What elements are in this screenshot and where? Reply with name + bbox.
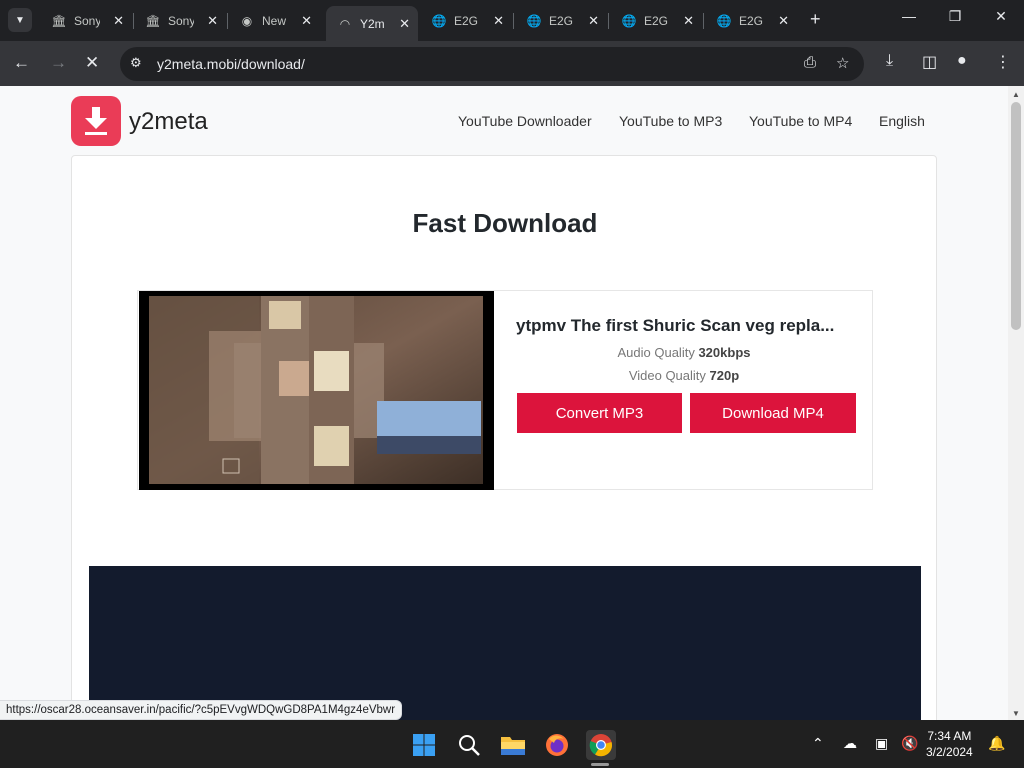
close-tab-icon[interactable]: ✕: [301, 13, 312, 29]
back-button[interactable]: ←: [13, 53, 30, 73]
video-quality: Video Quality 720p: [628, 368, 740, 383]
system-clock[interactable]: 7:34 AM 3/2/2024: [926, 728, 973, 760]
tab-sony-2[interactable]: 🏛 Sony ✕: [134, 6, 226, 35]
loading-icon: ◠: [339, 16, 351, 31]
network-icon[interactable]: ▣: [875, 735, 888, 752]
close-tab-icon[interactable]: ✕: [113, 13, 124, 29]
web-page: y2meta YouTube Downloader YouTube to MP3…: [0, 86, 1008, 720]
tab-sony-1[interactable]: 🏛 Sony ✕: [40, 6, 132, 35]
file-explorer-icon[interactable]: [500, 732, 526, 758]
restore-icon: ❐: [948, 8, 962, 24]
columns-icon: 🏛: [145, 13, 161, 28]
globe-icon: 🌐: [716, 13, 732, 28]
notification-bell-icon[interactable]: 🔔: [988, 735, 1005, 752]
bookmark-star-icon[interactable]: ☆: [836, 54, 849, 72]
scroll-down-icon[interactable]: ▼: [1012, 709, 1020, 718]
windows-start-icon[interactable]: [411, 732, 437, 758]
tab-e2g-3[interactable]: 🌐 E2G ✕: [610, 6, 702, 35]
stop-loading-button[interactable]: ✕: [85, 53, 99, 73]
video-result: ytpmv The first Shuric Scan veg repla...…: [137, 290, 873, 490]
close-icon: ✕: [995, 8, 1007, 24]
link-status-bubble: https://oscar28.oceansaver.in/pacific/?c…: [0, 700, 403, 720]
video-thumbnail: [139, 291, 494, 490]
site-settings-icon[interactable]: ⚙: [130, 55, 142, 71]
show-hidden-icons-icon[interactable]: ⌃: [812, 735, 824, 752]
cloud-offline-icon[interactable]: ☁: [843, 735, 857, 752]
active-app-indicator: [591, 763, 609, 766]
search-icon[interactable]: [456, 732, 482, 758]
page-scrollbar[interactable]: ▲ ▼: [1008, 86, 1024, 720]
download-arrow-icon: [85, 107, 107, 135]
tab-new[interactable]: ◉ New ✕: [228, 6, 320, 35]
chrome-icon[interactable]: [586, 730, 616, 760]
close-tab-icon[interactable]: ✕: [683, 13, 694, 29]
nav-language[interactable]: English: [879, 113, 925, 129]
scroll-up-icon[interactable]: ▲: [1012, 90, 1020, 99]
kebab-menu-icon[interactable]: ⋮: [995, 52, 1011, 72]
volume-muted-icon[interactable]: 🔇: [901, 735, 918, 752]
chevron-down-icon: ▼: [15, 14, 25, 26]
plus-icon: +: [810, 9, 821, 29]
tab-e2g-1[interactable]: 🌐 E2G ✕: [420, 6, 512, 35]
close-icon: ✕: [85, 53, 100, 72]
new-tab-button[interactable]: +: [810, 9, 821, 30]
restore-button[interactable]: ❐: [932, 8, 978, 25]
url-text[interactable]: y2meta.mobi/download/: [157, 56, 305, 72]
convert-mp3-button[interactable]: Convert MP3: [517, 393, 682, 433]
close-window-button[interactable]: ✕: [978, 8, 1024, 25]
minimize-button[interactable]: —: [886, 8, 932, 24]
windows-taskbar: ⌃ ☁ ▣ 🔇 7:34 AM 3/2/2024 🔔: [0, 720, 1024, 768]
side-panel-icon[interactable]: ◫: [922, 52, 937, 72]
page-title: Fast Download: [412, 208, 598, 238]
install-app-icon[interactable]: ⎙: [804, 54, 816, 71]
tab-e2g-4[interactable]: 🌐 E2G ✕: [705, 6, 797, 35]
chrome-icon: ◉: [241, 13, 253, 28]
clock-time: 7:34 AM: [927, 729, 972, 743]
y2meta-logo[interactable]: [71, 96, 121, 146]
download-card: Fast Download ytpmv The first Shuric Sca…: [71, 155, 937, 720]
globe-icon: 🌐: [621, 13, 637, 28]
tab-y2meta-active[interactable]: ◠ Y2m ✕: [326, 6, 418, 41]
minimize-icon: —: [902, 8, 916, 24]
nav-youtube-downloader[interactable]: YouTube Downloader: [458, 113, 592, 129]
clock-date: 3/2/2024: [926, 745, 973, 759]
close-tab-icon[interactable]: ✕: [399, 16, 410, 32]
globe-icon: 🌐: [431, 13, 447, 28]
audio-quality: Audio Quality 320kbps: [617, 345, 751, 360]
browser-toolbar: ← → ✕ ⚙ y2meta.mobi/download/ ⎙ ☆ ⤓ ◫ ● …: [0, 41, 1024, 86]
tab-e2g-2[interactable]: 🌐 E2G ✕: [515, 6, 607, 35]
tab-strip: ▼ 🏛 Sony ✕ 🏛 Sony ✕ ◉ New ✕ ◠ Y2m ✕ 🌐 E2…: [0, 0, 1024, 41]
profile-icon[interactable]: ●: [957, 52, 967, 70]
downloads-icon[interactable]: ⤓: [886, 52, 893, 70]
scrollbar-thumb[interactable]: [1011, 102, 1021, 330]
nav-youtube-to-mp4[interactable]: YouTube to MP4: [749, 113, 852, 129]
close-tab-icon[interactable]: ✕: [207, 13, 218, 29]
arrow-right-icon: →: [50, 53, 67, 72]
globe-icon: 🌐: [526, 13, 542, 28]
video-title: ytpmv The first Shuric Scan veg repla...: [516, 316, 835, 335]
close-tab-icon[interactable]: ✕: [778, 13, 789, 29]
close-tab-icon[interactable]: ✕: [493, 13, 504, 29]
ad-banner[interactable]: [89, 566, 921, 720]
forward-button[interactable]: →: [50, 53, 67, 73]
download-mp4-button[interactable]: Download MP4: [690, 393, 856, 433]
firefox-icon[interactable]: [544, 732, 570, 758]
close-tab-icon[interactable]: ✕: [588, 13, 599, 29]
nav-youtube-to-mp3[interactable]: YouTube to MP3: [619, 113, 722, 129]
brand-name[interactable]: y2meta: [129, 108, 208, 136]
arrow-left-icon: ←: [13, 53, 30, 72]
tab-search-button[interactable]: ▼: [8, 8, 32, 32]
address-bar[interactable]: ⚙ y2meta.mobi/download/ ⎙ ☆: [120, 47, 864, 81]
columns-icon: 🏛: [51, 13, 67, 28]
